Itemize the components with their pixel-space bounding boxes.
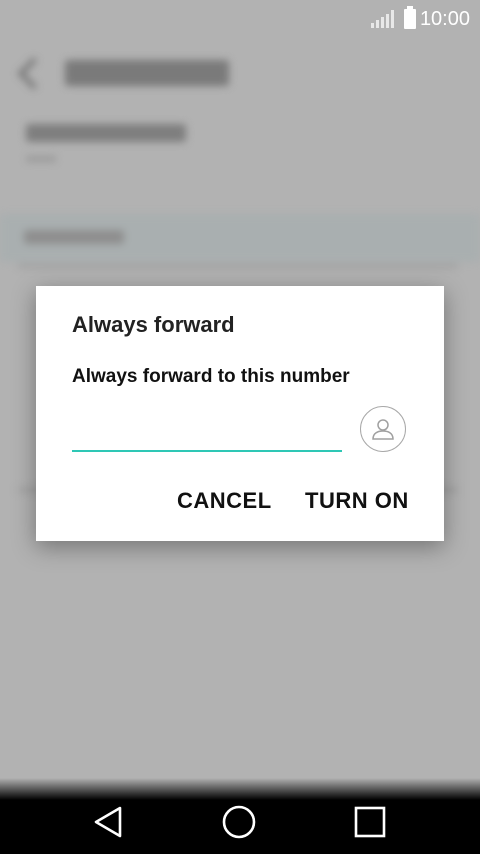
turn-on-button[interactable]: TURN ON: [305, 488, 409, 514]
nav-recent-apps-button[interactable]: [350, 802, 390, 842]
contact-person-icon: [372, 419, 394, 440]
nav-back-button[interactable]: [88, 802, 128, 842]
status-time: 10:00: [419, 7, 470, 30]
cancel-button[interactable]: CANCEL: [177, 488, 272, 514]
recent-apps-square-icon: [354, 806, 386, 838]
navigation-bar: [0, 778, 480, 854]
background-header: [17, 56, 229, 90]
nav-home-button[interactable]: [219, 802, 259, 842]
home-circle-icon: [222, 805, 256, 839]
dialog-title: Always forward: [72, 312, 235, 337]
always-forward-dialog: Always forward Always forward to this nu…: [36, 286, 444, 541]
background-band-title-block: [24, 230, 124, 244]
battery-icon: [403, 6, 416, 29]
signal-icon: [370, 10, 394, 28]
back-triangle-icon: [94, 806, 122, 838]
background-title-block: [65, 60, 229, 86]
forward-number-label: Always forward to this number: [72, 366, 350, 387]
background-item-subtitle-block: [26, 156, 56, 162]
background-back-arrow-icon: [17, 56, 50, 90]
status-bar: 10:00: [0, 0, 480, 38]
forward-number-input[interactable]: [72, 406, 342, 452]
background-divider: [18, 264, 458, 268]
background-list-item: [26, 124, 186, 162]
background-section-band: [0, 214, 480, 262]
contact-picker-button[interactable]: [360, 406, 406, 452]
background-item-title-block: [26, 124, 186, 142]
